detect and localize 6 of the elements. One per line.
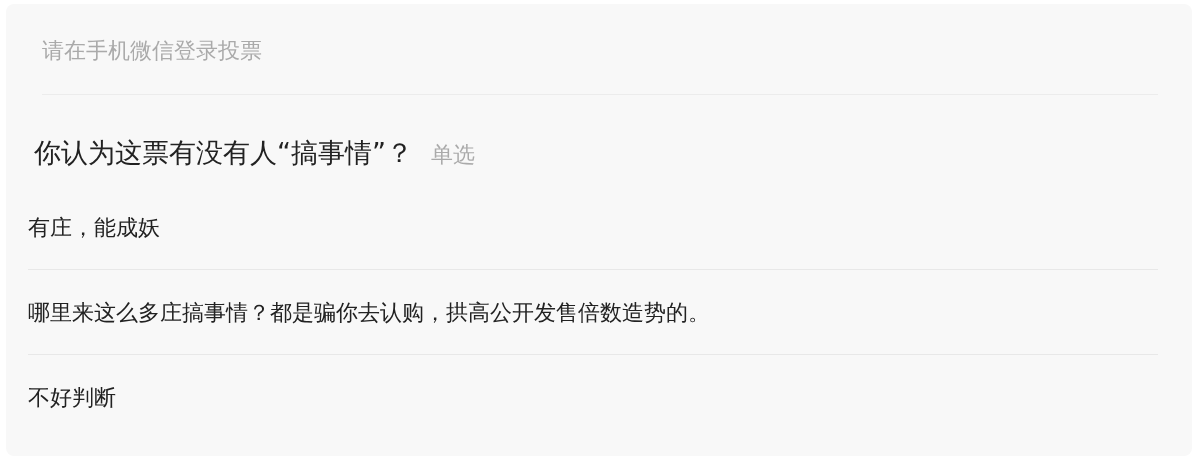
login-notice: 请在手机微信登录投票 bbox=[42, 38, 262, 63]
question-title: 你认为这票有没有人“搞事情”？ bbox=[34, 137, 413, 168]
vote-option[interactable]: 哪里来这么多庄搞事情？都是骗你去认购，拱高公开发售倍数造势的。 bbox=[28, 270, 1158, 354]
question-type-label: 单选 bbox=[431, 142, 475, 167]
vote-option[interactable]: 有庄，能成妖 bbox=[28, 185, 1158, 269]
vote-option[interactable]: 不好判断 bbox=[28, 355, 1158, 439]
